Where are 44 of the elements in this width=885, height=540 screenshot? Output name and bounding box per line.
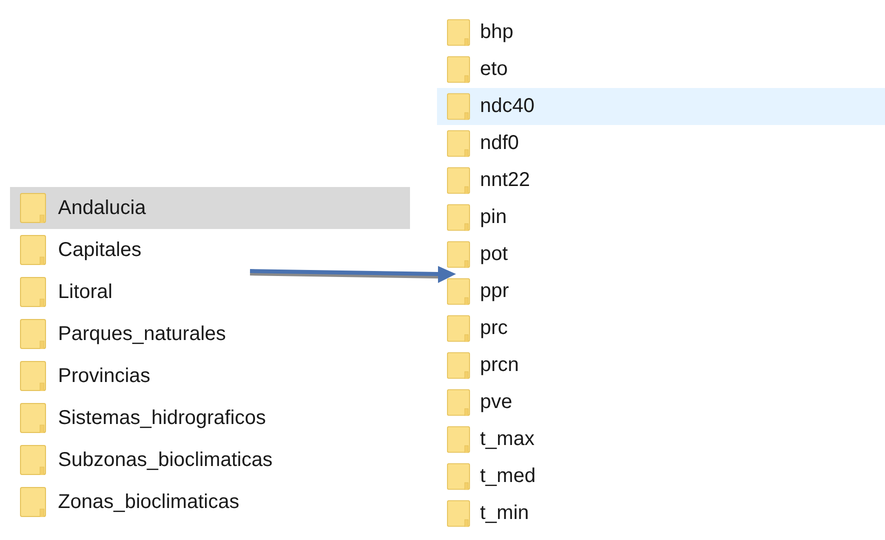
- folder-icon: [447, 56, 470, 83]
- folder-icon: [447, 19, 470, 46]
- folder-item[interactable]: ndf0: [437, 125, 885, 162]
- folder-item[interactable]: Subzonas_bioclimaticas: [10, 439, 410, 481]
- folder-item[interactable]: Sistemas_hidrograficos: [10, 397, 410, 439]
- folder-icon: [447, 500, 470, 527]
- folder-item[interactable]: t_min: [437, 495, 885, 532]
- folder-item[interactable]: t_med: [437, 458, 885, 495]
- folder-item[interactable]: pve: [437, 384, 885, 421]
- folder-item[interactable]: prc: [437, 310, 885, 347]
- folder-item[interactable]: Zonas_bioclimaticas: [10, 481, 410, 523]
- folder-icon: [447, 389, 470, 416]
- folder-icon: [20, 361, 46, 391]
- folder-icon: [20, 445, 46, 475]
- folder-item[interactable]: bhp: [437, 14, 885, 51]
- folder-icon: [20, 235, 46, 265]
- folder-icon: [447, 167, 470, 194]
- folder-icon: [20, 403, 46, 433]
- folder-icon: [447, 315, 470, 342]
- folder-item[interactable]: t_max: [437, 421, 885, 458]
- folder-icon: [20, 487, 46, 517]
- folder-icon: [447, 278, 470, 305]
- folder-item[interactable]: Litoral: [10, 271, 410, 313]
- folder-item[interactable]: prcn: [437, 347, 885, 384]
- folder-item[interactable]: Parques_naturales: [10, 313, 410, 355]
- folder-icon: [447, 352, 470, 379]
- folder-item[interactable]: pin: [437, 199, 885, 236]
- folder-item[interactable]: ndc40: [437, 88, 885, 125]
- folder-item[interactable]: eto: [437, 51, 885, 88]
- folder-icon: [447, 204, 470, 231]
- folder-icon: [20, 193, 46, 223]
- folder-icon: [20, 277, 46, 307]
- folder-icon: [447, 130, 470, 157]
- folder-item[interactable]: Capitales: [10, 229, 410, 271]
- folder-icon: [447, 93, 470, 120]
- folder-item[interactable]: nnt22: [437, 162, 885, 199]
- folder-item[interactable]: Provincias: [10, 355, 410, 397]
- folder-item[interactable]: ppr: [437, 273, 885, 310]
- folder-item[interactable]: Andalucia: [10, 187, 410, 229]
- folder-icon: [447, 241, 470, 268]
- folder-item[interactable]: pot: [437, 236, 885, 273]
- folder-icon: [447, 463, 470, 490]
- folder-icon: [20, 319, 46, 349]
- folder-icon: [447, 426, 470, 453]
